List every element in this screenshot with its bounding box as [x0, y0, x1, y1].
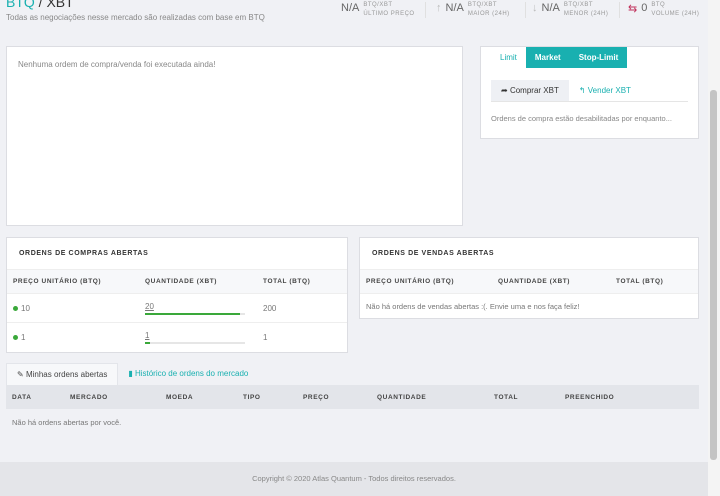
edit-icon: ✎ — [17, 370, 26, 379]
tab-market[interactable]: Market — [525, 47, 570, 68]
scrollbar-thumb[interactable] — [710, 90, 717, 460]
tab-buy[interactable]: ➦ Comprar XBT — [491, 80, 569, 101]
share-icon: ➦ — [501, 86, 510, 95]
sell-orders-panel: ORDENS DE VENDAS ABERTAS PREÇO UNITÁRIO … — [359, 237, 699, 319]
reply-icon: ↰ — [578, 86, 588, 95]
panel-title: ORDENS DE COMPRAS ABERTAS — [7, 238, 347, 270]
tab-my-open-orders[interactable]: ✎ Minhas ordens abertas — [6, 363, 119, 385]
table-header: DATA MERCADO MOEDA TIPO PREÇO QUANTIDADE… — [6, 385, 699, 409]
tab-sell[interactable]: ↰ Vender XBT — [569, 80, 641, 101]
trade-history-panel: Nenhuma ordem de compra/venda foi execut… — [6, 46, 463, 226]
quantity-fill — [145, 312, 240, 315]
market-title: BTQ / XBT — [6, 0, 74, 10]
divider — [525, 2, 526, 18]
status-dot-icon — [13, 305, 18, 311]
table-row[interactable]: 10 20 200 — [7, 294, 347, 323]
tab-stop-limit[interactable]: Stop-Limit — [569, 47, 628, 68]
sell-empty-message: Não há ordens de vendas abertas :(. Envi… — [366, 302, 580, 311]
trades-empty-message: Nenhuma ordem de compra/venda foi execut… — [18, 60, 216, 69]
order-form-panel: Limit Market Stop-Limit ➦ Comprar XBT ↰ … — [480, 46, 699, 139]
order-type-tabs: Limit Market Stop-Limit — [491, 47, 688, 68]
my-orders-empty: Não há ordens abertas por você. — [12, 418, 122, 427]
tab-market-history[interactable]: ▮ Histórico de ordens do mercado — [118, 363, 258, 385]
scrollbar[interactable] — [708, 0, 720, 496]
buy-disabled-message: Ordens de compra estão desabilitadas por… — [491, 114, 672, 123]
quantity-fill — [145, 342, 150, 344]
divider — [425, 2, 426, 18]
stat-high: ↑ N/A BTQ/XBT MAIOR (24H) — [436, 2, 510, 17]
quantity-bar — [145, 312, 245, 315]
arrow-up-icon: ↑ — [436, 2, 442, 14]
footer: Copyright © 2020 Atlas Quantum - Todos d… — [0, 462, 708, 496]
table-header: PREÇO UNITÁRIO (BTQ) QUANTIDADE (XBT) TOTA… — [7, 270, 347, 294]
divider — [619, 2, 620, 18]
panel-title: ORDENS DE VENDAS ABERTAS — [360, 238, 698, 270]
quantity-bar — [145, 342, 245, 344]
stat-last-price: N/A BTQ/XBT ÚLTIMO PREÇO — [341, 2, 415, 17]
table-row[interactable]: 111 — [7, 323, 347, 352]
book-icon: ▮ — [128, 369, 135, 378]
market-subtitle: Todas as negociações nesse mercado são r… — [6, 13, 265, 22]
tab-limit[interactable]: Limit — [491, 47, 526, 68]
stat-volume: ⇆ 0 BTQ VOLUME (24H) — [628, 2, 700, 17]
table-header: PREÇO UNITÁRIO (BTQ) QUANTIDADE (XBT) TOTA… — [360, 270, 698, 294]
exchange-icon: ⇆ — [628, 3, 638, 15]
my-orders-section: ✎ Minhas ordens abertas ▮ Histórico de o… — [6, 363, 699, 436]
stat-low: ↓ N/A BTQ/XBT MENOR (24H) — [532, 2, 609, 17]
arrow-down-icon: ↓ — [532, 2, 538, 14]
status-dot-icon — [13, 335, 18, 340]
buy-orders-panel: ORDENS DE COMPRAS ABERTAS PREÇO UNITÁRIO… — [6, 237, 348, 353]
